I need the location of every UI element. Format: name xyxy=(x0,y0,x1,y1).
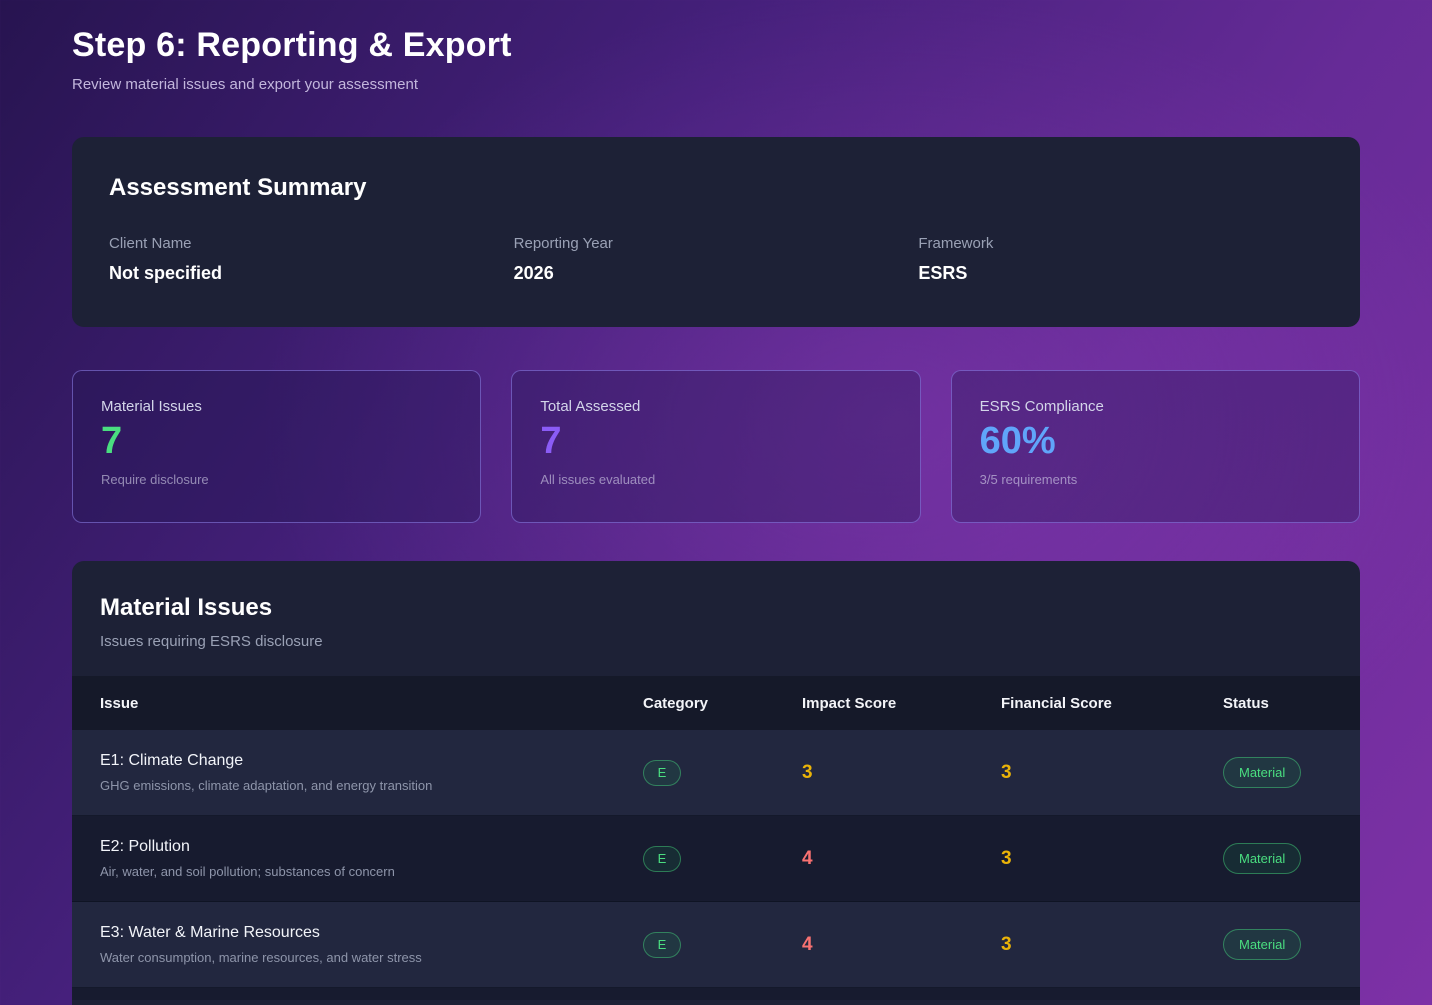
field-value: 2026 xyxy=(513,263,554,283)
category-cell: E xyxy=(643,931,802,958)
impact-score-cell: 3 xyxy=(802,762,1001,784)
stat-card-esrs-compliance: ESRS Compliance 60% 3/5 requirements xyxy=(950,370,1360,523)
column-header-issue: Issue xyxy=(100,694,139,712)
impact-score: 4 xyxy=(802,933,813,955)
status-cell: Material xyxy=(1223,757,1332,788)
stat-value: 7 xyxy=(540,420,562,462)
financial-score-cell: 3 xyxy=(1001,848,1223,870)
stat-caption: All issues evaluated xyxy=(540,471,656,487)
status-badge: Material xyxy=(1223,757,1302,788)
stat-label: Material Issues xyxy=(101,398,202,415)
impact-score: 3 xyxy=(802,761,813,783)
status-badge: Material xyxy=(1223,843,1302,874)
issue-description: GHG emissions, climate adaptation, and e… xyxy=(100,778,433,793)
category-cell: E xyxy=(643,845,802,872)
material-issues-header: Material Issues Issues requiring ESRS di… xyxy=(72,561,1360,676)
issue-title: E3: Water & Marine Resources xyxy=(100,924,320,941)
category-badge: E xyxy=(643,759,681,786)
column-header-status: Status xyxy=(1223,694,1269,712)
stat-value: 60% xyxy=(979,420,1056,462)
stat-value: 7 xyxy=(101,420,123,462)
stat-card-total-assessed: Total Assessed 7 All issues evaluated xyxy=(511,370,921,523)
category-cell: E xyxy=(643,759,802,786)
issue-description: Water consumption, marine resources, and… xyxy=(100,950,422,965)
issue-cell: E3: Water & Marine Resources Water consu… xyxy=(100,924,643,965)
column-header-financial-score: Financial Score xyxy=(1001,694,1112,712)
field-value: ESRS xyxy=(918,263,968,283)
financial-score-cell: 3 xyxy=(1001,762,1223,784)
page: Step 6: Reporting & Export Review materi… xyxy=(0,0,1432,1005)
summary-field-client-name: Client Name Not specified xyxy=(109,235,514,284)
issues-table-header: Issue Category Impact Score Financial Sc… xyxy=(72,676,1360,730)
stat-caption: 3/5 requirements xyxy=(979,471,1078,487)
summary-fields: Client Name Not specified Reporting Year… xyxy=(109,235,1323,284)
summary-field-framework: Framework ESRS xyxy=(918,235,1323,284)
table-row: E2: Pollution Air, water, and soil pollu… xyxy=(72,816,1360,902)
stat-label: Total Assessed xyxy=(540,398,641,415)
material-issues-subtitle: Issues requiring ESRS disclosure xyxy=(100,633,323,650)
issue-title: E2: Pollution xyxy=(100,838,190,855)
assessment-summary-title: Assessment Summary xyxy=(109,174,367,201)
issue-description: Air, water, and soil pollution; substanc… xyxy=(100,864,395,879)
table-row: E3: Water & Marine Resources Water consu… xyxy=(72,902,1360,988)
impact-score-cell: 4 xyxy=(802,848,1001,870)
material-issues-card: Material Issues Issues requiring ESRS di… xyxy=(72,561,1360,1005)
financial-score: 3 xyxy=(1001,933,1012,955)
category-badge: E xyxy=(643,845,681,872)
stat-card-material-issues: Material Issues 7 Require disclosure xyxy=(72,370,482,523)
category-badge: E xyxy=(643,931,681,958)
field-label: Reporting Year xyxy=(513,235,613,252)
issues-table-body: E1: Climate Change GHG emissions, climat… xyxy=(72,730,1360,988)
issue-title: E1: Climate Change xyxy=(100,752,244,769)
summary-field-reporting-year: Reporting Year 2026 xyxy=(514,235,919,284)
impact-score-cell: 4 xyxy=(802,934,1001,956)
column-header-category: Category xyxy=(643,694,709,712)
field-label: Framework xyxy=(918,235,994,252)
page-subtitle: Review material issues and export your a… xyxy=(72,76,418,93)
assessment-summary-card: Assessment Summary Client Name Not speci… xyxy=(72,137,1360,327)
page-title: Step 6: Reporting & Export xyxy=(72,26,512,64)
table-row: E1: Climate Change GHG emissions, climat… xyxy=(72,730,1360,816)
stat-caption: Require disclosure xyxy=(101,471,209,487)
field-label: Client Name xyxy=(109,235,192,252)
financial-score: 3 xyxy=(1001,847,1012,869)
financial-score: 3 xyxy=(1001,761,1012,783)
stats-row: Material Issues 7 Require disclosure Tot… xyxy=(72,370,1360,523)
column-header-impact-score: Impact Score xyxy=(802,694,897,712)
stat-label: ESRS Compliance xyxy=(979,398,1104,415)
status-cell: Material xyxy=(1223,929,1332,960)
page-header: Step 6: Reporting & Export Review materi… xyxy=(72,26,1360,93)
impact-score: 4 xyxy=(802,847,813,869)
status-cell: Material xyxy=(1223,843,1332,874)
issue-cell: E1: Climate Change GHG emissions, climat… xyxy=(100,752,643,793)
material-issues-title: Material Issues xyxy=(100,594,273,621)
issue-cell: E2: Pollution Air, water, and soil pollu… xyxy=(100,838,643,879)
table-row-partial xyxy=(72,988,1360,1000)
status-badge: Material xyxy=(1223,929,1302,960)
field-value: Not specified xyxy=(109,263,223,283)
financial-score-cell: 3 xyxy=(1001,934,1223,956)
